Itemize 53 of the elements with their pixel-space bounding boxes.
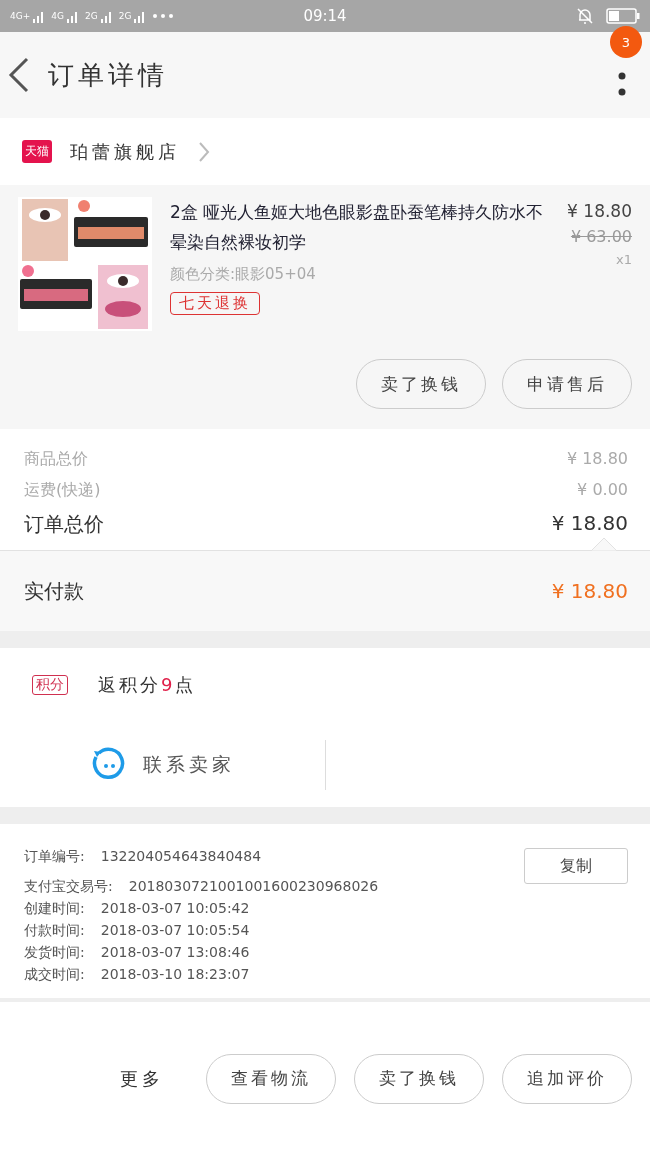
info-value: 2018-03-10 18:23:07 <box>100 966 250 984</box>
price-value: ¥ 18.80 <box>566 449 628 470</box>
chevron-right-icon <box>198 140 210 163</box>
signal-icon <box>99 9 114 23</box>
info-value: 2018-03-07 13:08:46 <box>100 944 250 962</box>
network-label: 4G <box>51 11 64 21</box>
store-badge: 天猫 <box>22 140 52 163</box>
product-title[interactable]: 2盒 哑光人鱼姬大地色眼影盘卧蚕笔棒持久防水不晕染自然裸妆初学 <box>170 197 550 257</box>
product-price: ¥ 18.80 <box>567 201 632 221</box>
price-label: 运费(快递) <box>24 480 101 501</box>
action-button[interactable]: 卖了换钱 <box>356 359 486 409</box>
network-label: 4G+ <box>10 11 31 21</box>
action-button[interactable]: 卖了换钱 <box>354 1053 484 1104</box>
network-label: 2G <box>84 11 98 21</box>
price-label: 订单总价 <box>24 511 104 538</box>
return-policy-tag: 七天退换 <box>170 292 260 315</box>
price-label: 商品总价 <box>24 449 88 470</box>
action-button[interactable]: 申请售后 <box>502 359 632 409</box>
bell-muted-icon <box>576 7 594 25</box>
battery-icon <box>606 8 640 24</box>
back-icon[interactable] <box>8 57 30 93</box>
points-text: 返积分 9 点 <box>98 673 197 697</box>
clock-time: 09:14 <box>303 7 347 25</box>
action-button[interactable]: 查看物流 <box>206 1053 336 1104</box>
contact-seller-button[interactable]: 联系卖家 <box>0 746 325 783</box>
more-menu-icon[interactable] <box>618 72 626 98</box>
info-label: 创建时间: <box>24 900 85 918</box>
original-price: ¥ 63.00 <box>570 227 632 246</box>
info-value: 2018-03-07 10:05:54 <box>100 922 250 940</box>
more-icon <box>152 13 175 19</box>
price-value: ¥ 18.80 <box>551 511 628 537</box>
price-value: ¥ 0.00 <box>577 480 628 501</box>
info-label: 支付宝交易号: <box>24 878 113 896</box>
points-badge: 积分 <box>32 675 68 695</box>
paid-amount: ¥ 18.80 <box>551 579 628 603</box>
copy-button[interactable]: 复制 <box>524 848 628 884</box>
info-value: 132204054643840484 <box>100 848 262 866</box>
info-value: 2018-03-07 10:05:42 <box>100 900 250 918</box>
info-value: 2018030721001001600230968026 <box>128 878 379 896</box>
action-button[interactable]: 追加评价 <box>502 1053 632 1104</box>
signal-icon <box>65 9 80 23</box>
info-label: 发货时间: <box>24 944 85 962</box>
product-variant: 颜色分类:眼影05+04 <box>170 265 316 284</box>
notification-badge: 3 <box>610 26 642 58</box>
paid-label: 实付款 <box>24 577 84 605</box>
page-title: 订单详情 <box>48 58 168 92</box>
more-link[interactable]: 更多 <box>120 1066 164 1091</box>
info-label: 成交时间: <box>24 966 85 984</box>
network-label: 2G <box>118 11 132 21</box>
quantity: x1 <box>616 252 632 267</box>
info-label: 付款时间: <box>24 922 85 940</box>
info-label: 订单编号: <box>24 848 85 866</box>
shop-name: 珀蕾旗舰店 <box>70 139 180 164</box>
